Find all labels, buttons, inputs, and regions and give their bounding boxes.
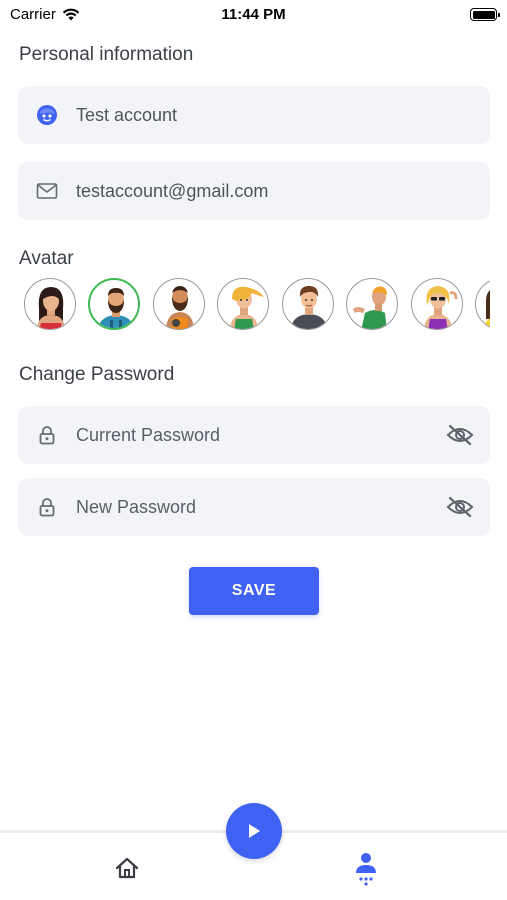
- name-input[interactable]: Test account: [76, 105, 490, 126]
- current-password-input[interactable]: Current Password: [76, 425, 430, 446]
- avatar-woman-blonde[interactable]: [217, 278, 269, 330]
- mail-icon: [36, 183, 58, 199]
- personal-info-title: Personal information: [19, 44, 194, 65]
- tab-profile[interactable]: [351, 849, 381, 889]
- avatar-man-bald-beard[interactable]: [153, 278, 205, 330]
- avatar-section-title: Avatar: [19, 248, 74, 269]
- clock: 11:44 PM: [221, 6, 286, 23]
- new-password-input[interactable]: New Password: [76, 497, 430, 518]
- current-password-field[interactable]: Current Password: [18, 406, 490, 464]
- eye-off-icon: [446, 496, 474, 518]
- avatar-man-brown-hair[interactable]: [282, 278, 334, 330]
- battery-icon: [470, 8, 500, 21]
- lock-icon: [39, 498, 55, 517]
- home-icon: [115, 857, 139, 879]
- save-button[interactable]: SAVE: [189, 567, 319, 615]
- user-face-icon: [37, 105, 57, 125]
- avatar-list[interactable]: [0, 278, 490, 334]
- change-password-title: Change Password: [19, 364, 175, 385]
- play-button[interactable]: [226, 803, 282, 859]
- eye-off-icon: [446, 424, 474, 446]
- tab-home[interactable]: [112, 853, 142, 883]
- name-field[interactable]: Test account: [18, 86, 490, 144]
- toggle-new-password-visibility[interactable]: [430, 496, 490, 518]
- new-password-field[interactable]: New Password: [18, 478, 490, 536]
- profile-icon: [356, 853, 376, 886]
- status-bar: Carrier 11:44 PM: [0, 0, 507, 28]
- email-field[interactable]: testaccount@gmail.com: [18, 162, 490, 220]
- avatar-partial[interactable]: [475, 278, 490, 330]
- avatar-runner[interactable]: [346, 278, 398, 330]
- avatar-woman-dark-hair[interactable]: [24, 278, 76, 330]
- email-input[interactable]: testaccount@gmail.com: [76, 181, 490, 202]
- play-icon: [249, 824, 260, 838]
- toggle-current-password-visibility[interactable]: [430, 424, 490, 446]
- avatar-man-beard[interactable]: [88, 278, 140, 330]
- avatar-woman-sunglasses[interactable]: [411, 278, 463, 330]
- lock-icon: [39, 426, 55, 445]
